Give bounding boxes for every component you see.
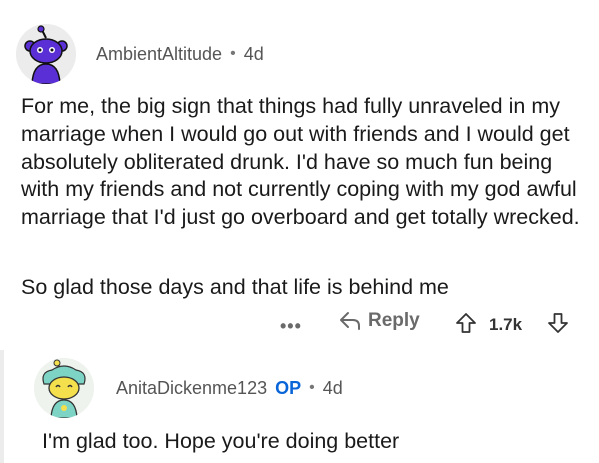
comment-body-paragraph: I'm glad too. Hope you're doing better xyxy=(42,429,400,453)
upvote-button[interactable] xyxy=(454,311,478,340)
upvote-arrow-icon xyxy=(456,313,476,333)
thread-line[interactable] xyxy=(0,350,4,463)
op-badge: OP xyxy=(275,377,302,398)
comment-age: 4d xyxy=(322,377,343,398)
user-avatar[interactable] xyxy=(34,358,94,418)
reply-arrow-icon xyxy=(340,312,360,330)
comment-body-paragraph: For me, the big sign that things had ful… xyxy=(21,94,580,230)
user-avatar[interactable] xyxy=(16,24,76,84)
snoo-avatar-icon xyxy=(16,24,76,84)
reply-comment-header: AnitaDickenme123 OP • 4d xyxy=(34,356,343,420)
reply-label: Reply xyxy=(368,310,420,331)
downvote-arrow-icon xyxy=(548,313,568,333)
username[interactable]: AmbientAltitude xyxy=(96,44,222,65)
snoo-avatar-icon xyxy=(34,358,94,418)
reply-button[interactable]: Reply xyxy=(338,310,420,332)
vote-score: 1.7k xyxy=(489,315,523,334)
comment-meta: AmbientAltitude • 4d xyxy=(96,44,264,65)
comment-age: 4d xyxy=(243,43,264,64)
username[interactable]: AnitaDickenme123 xyxy=(116,378,267,399)
comment-body-paragraph: So glad those days and that life is behi… xyxy=(21,275,449,299)
meta-separator: • xyxy=(230,45,236,62)
downvote-button[interactable] xyxy=(546,311,570,340)
comment-actions: ••• Reply 1.7k xyxy=(280,306,590,342)
comment-header: AmbientAltitude • 4d xyxy=(16,22,264,86)
more-options-icon[interactable]: ••• xyxy=(280,316,302,337)
comment-meta: AnitaDickenme123 OP • 4d xyxy=(116,378,343,399)
meta-separator: • xyxy=(309,379,315,396)
